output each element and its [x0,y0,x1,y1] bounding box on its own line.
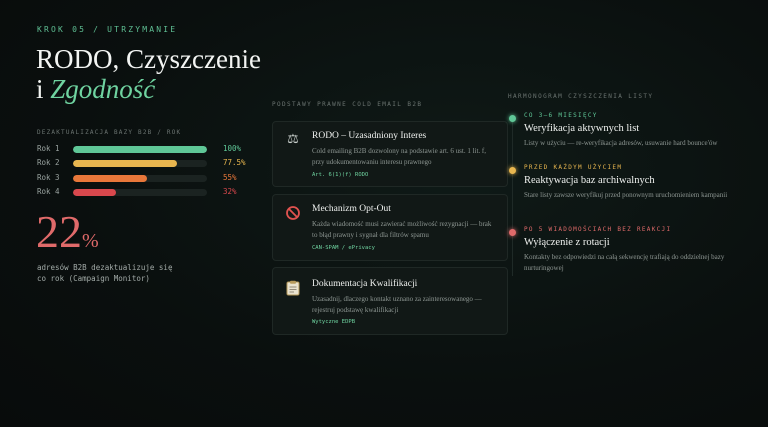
card-body: Cold emailing B2B dozwolony na podstawie… [312,147,487,166]
decay-bar-fill [73,146,207,153]
title-prefix: i [36,74,51,104]
decay-row-1: Rok 1 100% [37,144,247,154]
schedule-heading: HARMONOGRAM CZYSZCZENIA LISTY [508,93,654,100]
decay-row-label: Rok 4 [37,187,60,196]
big-stat-description: adresów B2B dezaktualizuje się co rok (C… [37,262,207,284]
decay-row-label: Rok 1 [37,144,60,153]
decay-row-4: Rok 4 32% [37,187,247,197]
legal-card-rodo: ⚖ RODO – Uzasadniony Interes Cold emaili… [272,121,508,187]
clipboard-icon [285,280,301,296]
step-body: Stare listy zawsze weryfikuj przed ponow… [524,191,728,199]
card-title: Dokumentacja Kwalifikacji [312,279,418,289]
card-body: Każda wiadomość musi zawierać możliwość … [312,220,492,239]
card-title: Mechanizm Opt-Out [312,204,391,214]
decay-row-value: 77.5% [223,158,246,167]
decay-row-label: Rok 3 [37,173,60,182]
legal-card-opt-out: Mechanizm Opt-Out Każda wiadomość musi z… [272,194,508,261]
step-body: Kontakty bez odpowiedzi na całą sekwencj… [524,253,725,272]
step-label: CO 3–6 MIESIĘCY [524,112,598,119]
legal-card-documentation: Dokumentacja Kwalifikacji Uzasadnij, dla… [272,267,508,335]
timeline-dot [509,115,516,122]
title-accent: Zgodność [50,74,156,104]
decay-bar-fill [73,189,116,196]
title-line-2: i Zgodność [36,74,261,104]
decay-bar-fill [73,175,147,182]
decay-bar-track [73,189,207,196]
title-line-1: RODO, Czyszczenie [36,44,261,74]
step-title: Weryfikacja aktywnych list [524,123,640,134]
step-label: PRZED KAŻDYM UŻYCIEM [524,164,623,171]
big-stat-desc-line-2: co rok (Campaign Monitor) [37,274,150,283]
decay-row-3: Rok 3 55% [37,173,247,183]
decay-bar-track [73,160,207,167]
decay-bar-fill [73,160,177,167]
decay-row-label: Rok 2 [37,158,60,167]
decay-row-2: Rok 2 77.5% [37,158,247,168]
card-tag: Art. 6(1)(f) RODO [312,172,369,178]
big-stat-unit: % [82,230,99,252]
card-body: Uzasadnij, dlaczego kontakt uznano za za… [312,295,482,314]
timeline-dot [509,229,516,236]
step-eyebrow: KROK 05 / UTRZYMANIE [37,25,178,34]
step-title: Reaktywacja baz archiwalnych [524,175,655,186]
decay-row-value: 100% [223,144,242,153]
card-tag: CAN-SPAM / ePrivacy [312,245,375,251]
decay-bar-track [73,175,207,182]
decay-bar-track [73,146,207,153]
timeline-dot [509,167,516,174]
decay-heading: DEZAKTUALIZACJA BAZY B2B / ROK [37,129,182,136]
decay-row-value: 32% [223,187,237,196]
decay-big-stat: 22% [36,207,99,266]
legal-heading: PODSTAWY PRAWNE COLD EMAIL B2B [272,101,423,108]
card-title: RODO – Uzasadniony Interes [312,131,427,141]
step-label: PO 5 WIADOMOŚCIACH BEZ REAKCJI [524,226,672,233]
step-body: Listy w użyciu — re-weryfikacja adresów,… [524,139,718,147]
prohibited-icon [285,205,301,221]
decay-row-value: 55% [223,173,237,182]
timeline-line [512,116,513,276]
scales-icon: ⚖ [287,132,299,147]
card-tag: Wytyczne EDPB [312,319,356,325]
step-title: Wyłączenie z rotacji [524,237,610,248]
big-stat-number: 22 [36,206,82,257]
page-title: RODO, Czyszczenie i Zgodność [36,44,261,104]
big-stat-desc-line-1: adresów B2B dezaktualizuje się [37,263,173,272]
